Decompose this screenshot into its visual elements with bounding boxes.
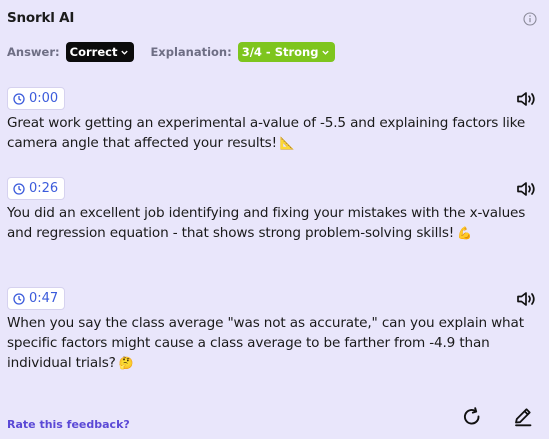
chevron-down-icon — [121, 50, 129, 55]
info-icon[interactable] — [523, 12, 537, 26]
timestamp-label: 0:47 — [29, 291, 59, 306]
timestamp-button[interactable]: 0:26 — [7, 177, 66, 200]
clock-icon — [13, 92, 25, 105]
timestamp-label: 0:00 — [29, 91, 59, 106]
grading-row: Answer: Correct Explanation: 3/4 - Stron… — [7, 41, 336, 63]
clock-icon — [13, 182, 25, 195]
speaker-icon[interactable] — [516, 90, 538, 108]
feedback-text: When you say the class average "was not … — [7, 315, 524, 371]
refresh-icon[interactable] — [461, 406, 483, 428]
edit-icon[interactable] — [512, 406, 534, 428]
answer-label: Answer: — [7, 45, 60, 59]
rate-feedback-link[interactable]: Rate this feedback? — [7, 418, 130, 431]
feedback-entry: 0:47 When you say the class average "was… — [0, 287, 549, 377]
timestamp-label: 0:26 — [29, 181, 59, 196]
emoji: 🤔 — [118, 356, 134, 370]
feedback-text: You did an excellent job identifying and… — [7, 205, 526, 241]
feedback-text: Great work getting an experimental a-val… — [7, 115, 526, 151]
explanation-dropdown[interactable]: 3/4 - Strong — [237, 42, 336, 62]
speaker-icon[interactable] — [516, 290, 538, 308]
explanation-label: Explanation: — [150, 45, 232, 59]
feedback-entry: 0:26 You did an excellent job identifyin… — [0, 177, 549, 267]
header: Snorkl AI — [7, 10, 537, 30]
timestamp-button[interactable]: 0:00 — [7, 87, 66, 110]
timestamp-button[interactable]: 0:47 — [7, 287, 66, 310]
chevron-down-icon — [322, 50, 330, 55]
speaker-icon[interactable] — [516, 180, 538, 198]
clock-icon — [13, 292, 25, 305]
emoji: 💪 — [457, 226, 472, 240]
emoji: 📐 — [279, 136, 295, 150]
feedback-entry: 0:00 Great work getting an experimental … — [0, 87, 549, 157]
explanation-value: 3/4 - Strong — [241, 45, 319, 59]
app-title: Snorkl AI — [7, 10, 75, 26]
answer-dropdown[interactable]: Correct — [65, 42, 135, 62]
answer-value: Correct — [69, 45, 118, 59]
